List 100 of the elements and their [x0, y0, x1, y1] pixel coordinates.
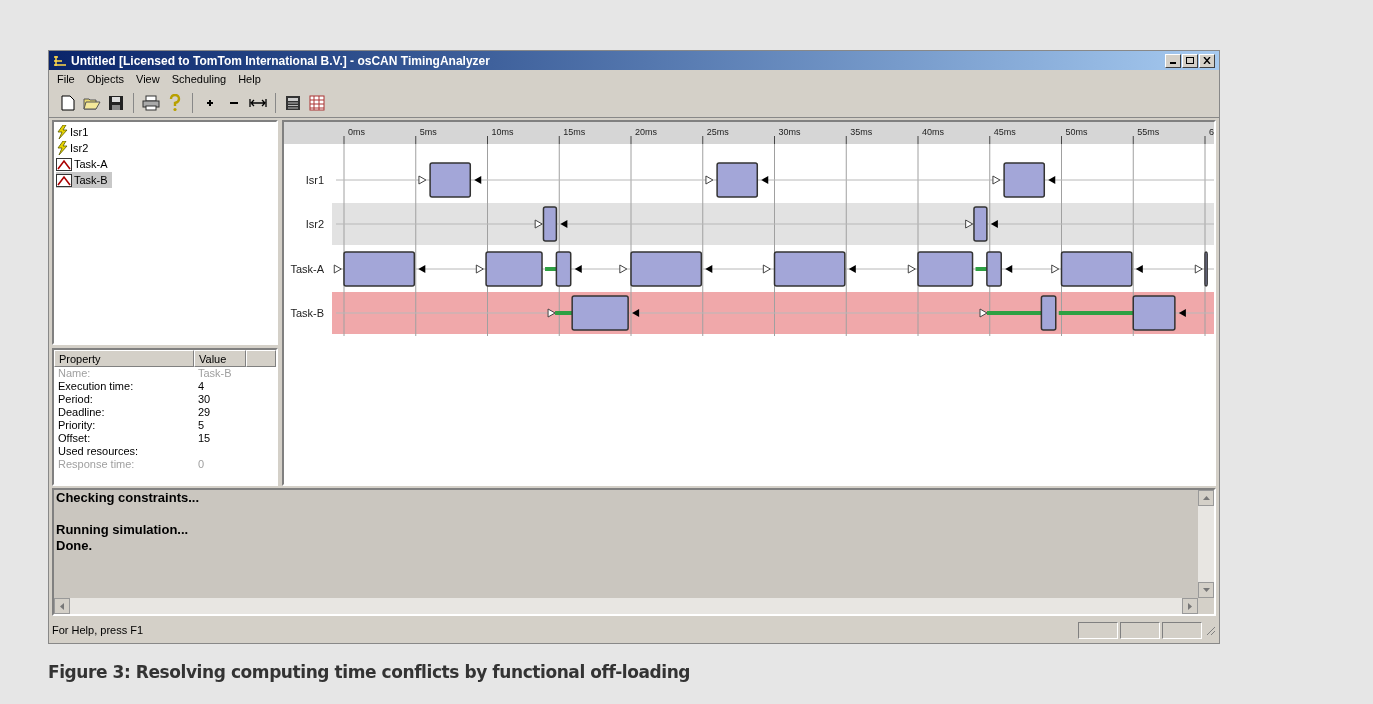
arrival-marker	[979, 308, 988, 318]
completion-marker	[560, 220, 568, 228]
lightning-icon	[56, 125, 68, 139]
property-name: Response time:	[57, 458, 136, 471]
property-value: 30	[197, 393, 212, 406]
task-icon	[56, 173, 72, 187]
execution-block	[485, 251, 543, 287]
property-value: 29	[197, 406, 212, 419]
property-name: Execution time:	[57, 380, 135, 393]
status-text: For Help, press F1	[52, 622, 145, 638]
tick-label: 35ms	[850, 127, 873, 137]
completion-marker	[761, 176, 769, 184]
execution-block	[429, 162, 472, 198]
property-value: 0	[197, 458, 206, 471]
tree-item[interactable]: Isr2	[56, 140, 93, 156]
completion-marker	[474, 176, 482, 184]
menu-item[interactable]: View	[132, 70, 164, 88]
tick-label: 20ms	[635, 127, 657, 137]
execution-block	[1132, 295, 1176, 331]
minimize-icon[interactable]	[1165, 53, 1181, 68]
task-icon	[56, 157, 72, 171]
arrival-marker	[418, 175, 427, 185]
row-label: Task-B	[290, 307, 324, 319]
arrival-marker	[992, 175, 1001, 185]
execution-block	[716, 162, 759, 198]
window-title: Untitled [Licensed to TomTom International B.V.] - osCAN TimingAnalyzer	[71, 52, 491, 70]
menu-item[interactable]: File	[53, 70, 79, 88]
tick-label: 0ms	[348, 127, 365, 137]
close-icon[interactable]	[1199, 53, 1215, 68]
completion-marker	[1135, 265, 1143, 273]
column-header[interactable]: Value	[194, 350, 246, 367]
property-name: Priority:	[57, 419, 97, 432]
up-arrow-icon	[1202, 496, 1210, 500]
tick-label: 45ms	[993, 127, 1016, 137]
property-name: Offset:	[57, 432, 92, 445]
tree-label: Isr2	[70, 140, 89, 156]
execution-block	[542, 206, 558, 242]
arrival-marker	[619, 264, 628, 274]
menu-item[interactable]: Scheduling	[167, 70, 231, 88]
completion-marker	[1048, 176, 1056, 184]
tick-label: 5ms	[419, 127, 437, 137]
completion-marker	[848, 265, 856, 273]
property-value: 5	[197, 419, 206, 432]
column-header[interactable]: Property	[54, 350, 194, 367]
completion-marker	[574, 265, 582, 273]
row-label: Task-A	[290, 263, 324, 275]
left-arrow-icon	[60, 602, 64, 610]
tree-label: Isr1	[70, 124, 89, 140]
completion-marker	[990, 220, 998, 228]
execution-block	[1040, 295, 1057, 331]
property-name: Used resources:	[57, 445, 140, 458]
row-label: Isr2	[305, 218, 324, 230]
figure-caption: Figure 3: Resolving computing time conflicts by functional off-loading	[48, 661, 692, 684]
tick-label: 50ms	[1065, 127, 1088, 137]
tree-label: Task-B	[74, 172, 108, 188]
status-panel	[1120, 621, 1160, 639]
execution-block	[1204, 251, 1208, 287]
horizontal-scrollbar[interactable]	[54, 598, 1198, 614]
property-name: Deadline:	[57, 406, 106, 419]
completion-marker	[1178, 309, 1186, 317]
arrival-marker	[547, 308, 556, 318]
status-panel	[1162, 621, 1202, 639]
menu-item[interactable]: Help	[234, 70, 265, 88]
lightning-icon	[56, 141, 68, 155]
tree-label: Task-A	[74, 156, 108, 172]
app-icon	[53, 54, 67, 67]
arrival-marker	[705, 175, 714, 185]
completion-marker	[705, 265, 713, 273]
completion-marker	[418, 265, 426, 273]
tick-label: 15ms	[563, 127, 586, 137]
tree-item[interactable]: Isr1	[56, 124, 93, 140]
menu-item[interactable]: Objects	[82, 70, 129, 88]
property-value: Task-B	[197, 367, 233, 380]
tree-item[interactable]: Task-B	[56, 172, 112, 188]
tick-label: 40ms	[922, 127, 944, 137]
property-name: Name:	[57, 367, 92, 380]
row-label: Isr1	[305, 174, 324, 186]
resize-grip-icon[interactable]	[1204, 624, 1216, 636]
arrival-marker	[1194, 264, 1203, 274]
right-arrow-icon	[1188, 602, 1192, 610]
property-value: 4	[197, 380, 206, 393]
execution-block	[1003, 162, 1046, 198]
tick-label: 6	[1209, 127, 1214, 137]
output-line: Done.	[56, 538, 94, 554]
tick-label: 30ms	[778, 127, 801, 137]
output-line: Checking constraints...	[56, 490, 201, 506]
tick-label: 25ms	[706, 127, 729, 137]
tree-item[interactable]: Task-A	[56, 156, 112, 172]
vertical-scrollbar[interactable]	[1198, 490, 1214, 598]
maximize-icon[interactable]	[1182, 53, 1198, 68]
tick-label: 55ms	[1137, 127, 1160, 137]
completion-marker	[632, 309, 640, 317]
execution-block	[555, 251, 572, 287]
arrival-marker	[762, 264, 771, 274]
execution-block	[917, 251, 974, 287]
property-value: 15	[197, 432, 212, 445]
output-line: Running simulation...	[56, 522, 190, 538]
tick-label: 10ms	[491, 127, 514, 137]
execution-block	[986, 251, 1002, 287]
execution-block	[571, 295, 629, 331]
